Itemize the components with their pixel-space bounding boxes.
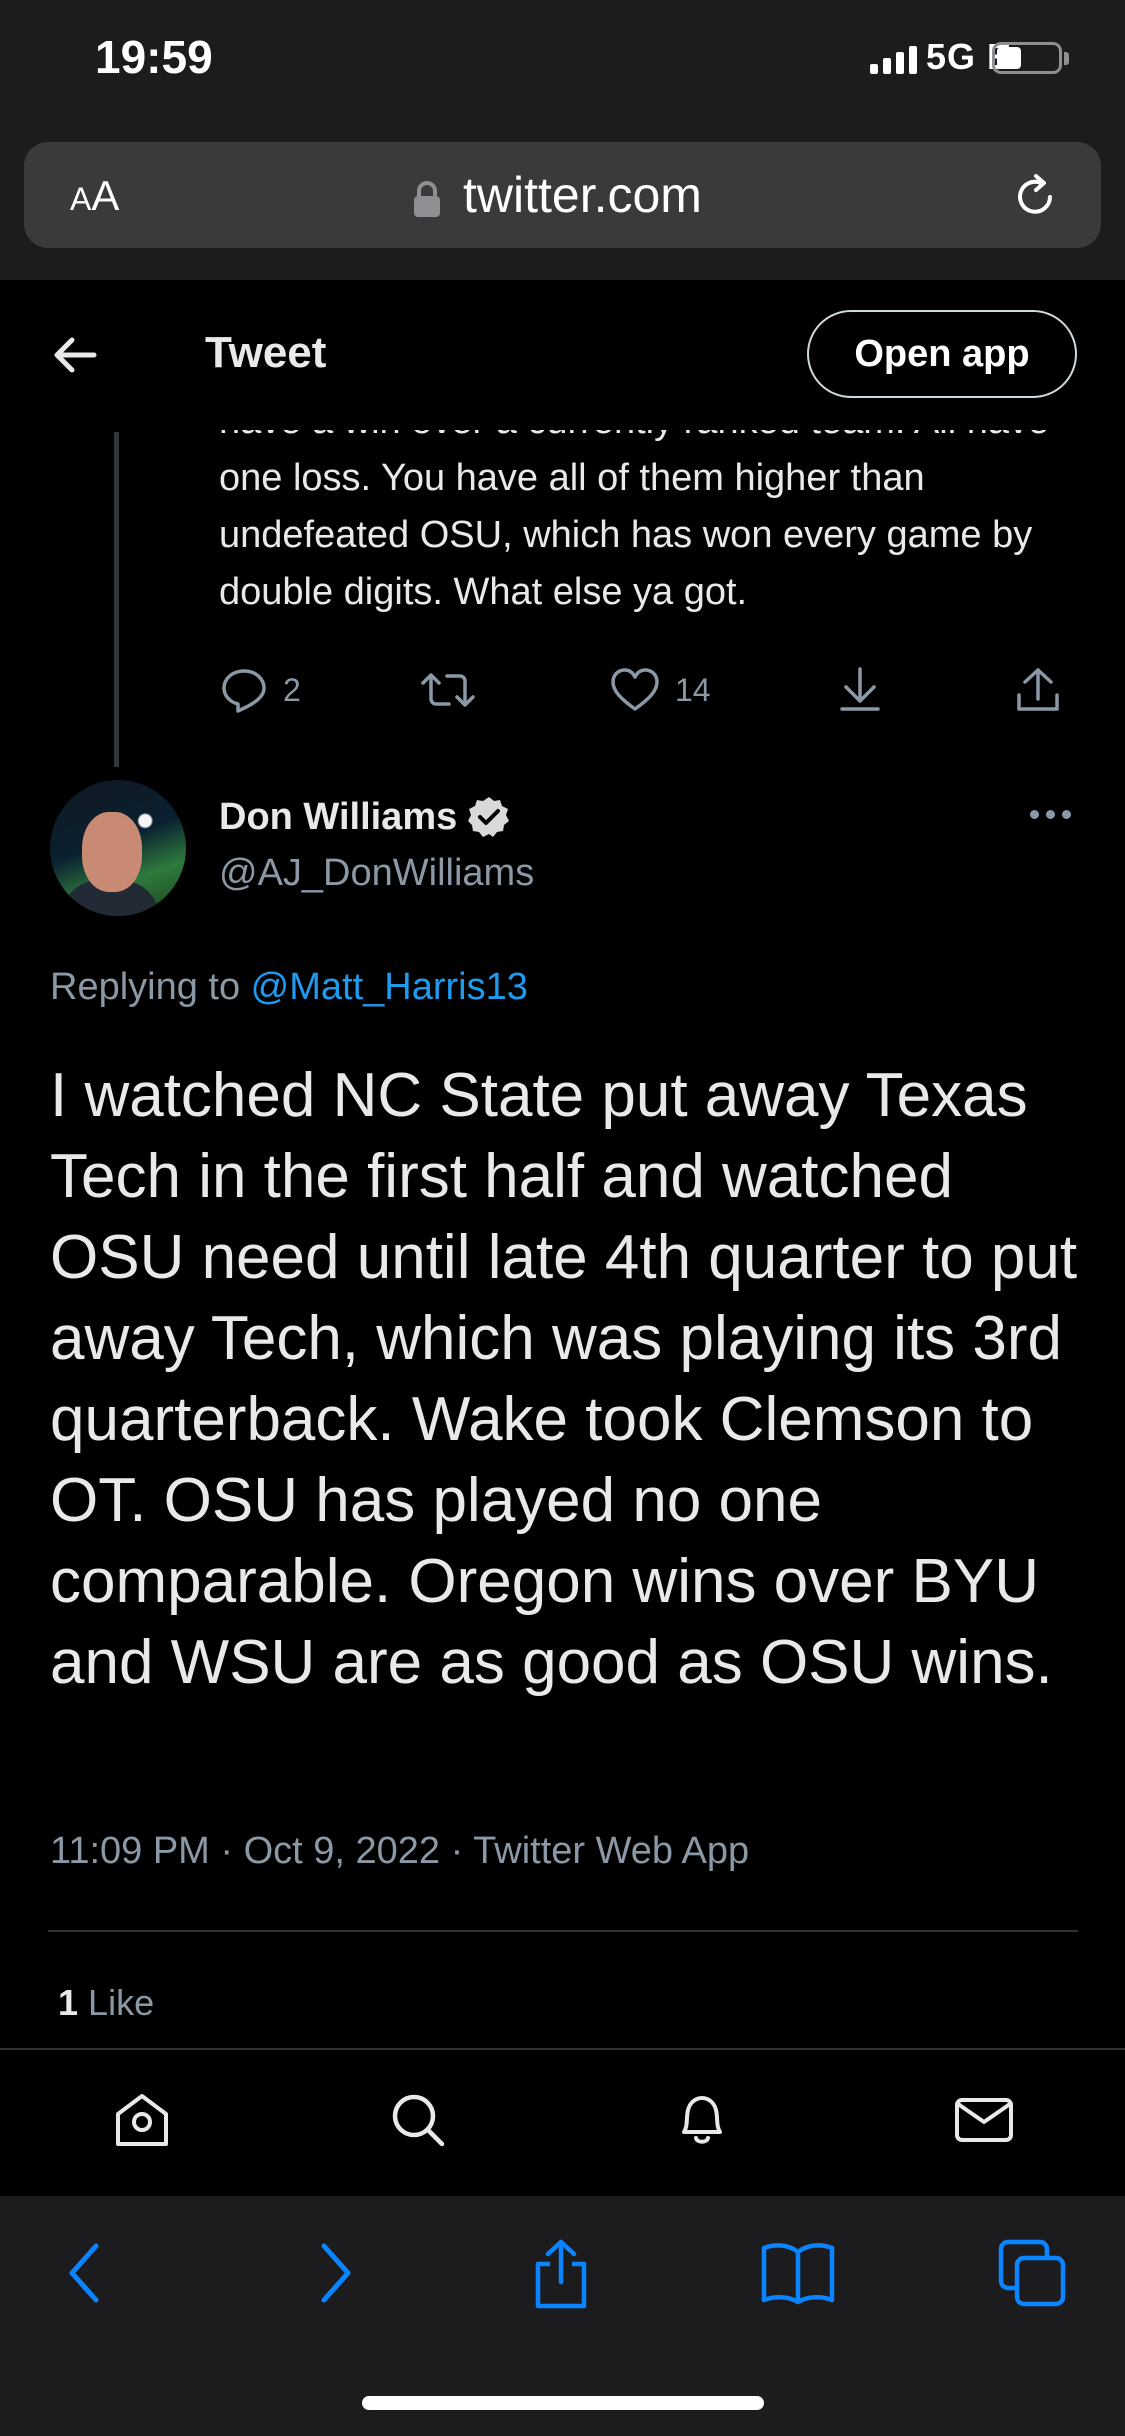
- tweet-text: I watched NC State put away Texas Tech i…: [50, 1061, 1078, 1697]
- avatar[interactable]: [50, 780, 186, 916]
- text-size-button[interactable]: AA: [70, 172, 119, 220]
- verified-icon: [468, 797, 510, 837]
- more-options-icon[interactable]: [1030, 810, 1071, 819]
- author-handle[interactable]: @AJ_DonWilliams: [219, 852, 534, 895]
- like-button[interactable]: 14: [609, 665, 837, 715]
- reply-count: 2: [283, 671, 301, 708]
- thread-line: [114, 432, 119, 767]
- status-time: 19:59: [95, 31, 213, 83]
- home-icon[interactable]: [110, 2088, 174, 2152]
- likes-summary[interactable]: 1 Like: [58, 1982, 154, 2024]
- signal-icon: [870, 44, 917, 74]
- retweet-button[interactable]: [419, 665, 609, 715]
- replying-to-link[interactable]: @Matt_Harris13: [251, 966, 528, 1008]
- back-icon[interactable]: [62, 2238, 112, 2308]
- reload-icon[interactable]: [1008, 170, 1062, 224]
- share-icon[interactable]: [530, 2238, 592, 2310]
- heart-icon: [611, 668, 659, 711]
- tweet-actions: 2 14: [219, 662, 1079, 718]
- author-name[interactable]: Don Williams: [219, 795, 511, 839]
- bookmark-button[interactable]: [837, 665, 1013, 715]
- home-indicator: [362, 2396, 764, 2410]
- reply-button[interactable]: 2: [219, 665, 419, 715]
- tweet-timestamp[interactable]: 11:09 PM · Oct 9, 2022 · Twitter Web App: [50, 1830, 749, 1873]
- battery-level: [997, 47, 1021, 69]
- notifications-icon[interactable]: [670, 2088, 734, 2152]
- lock-icon: [414, 181, 440, 217]
- battery-tip: [1064, 52, 1069, 65]
- page-title: Tweet: [205, 328, 327, 377]
- avatar-face: [82, 812, 142, 892]
- retweet-icon: [421, 673, 475, 707]
- reply-icon: [222, 669, 266, 713]
- forward-icon[interactable]: [308, 2238, 358, 2308]
- download-arrow-icon: [840, 667, 880, 711]
- url-text[interactable]: twitter.com: [463, 166, 702, 224]
- share-tweet-button[interactable]: [1013, 665, 1063, 715]
- replying-to: Replying to @Matt_Harris13: [50, 966, 528, 1008]
- share-icon: [1017, 668, 1059, 711]
- like-count: 14: [675, 671, 711, 708]
- search-icon[interactable]: [386, 2088, 450, 2152]
- messages-icon[interactable]: [952, 2088, 1016, 2152]
- divider: [48, 1930, 1078, 1932]
- bookmarks-icon[interactable]: [760, 2238, 836, 2308]
- back-arrow-icon[interactable]: [50, 330, 100, 380]
- tabs-icon[interactable]: [995, 2238, 1071, 2308]
- open-app-button[interactable]: Open app: [807, 310, 1077, 398]
